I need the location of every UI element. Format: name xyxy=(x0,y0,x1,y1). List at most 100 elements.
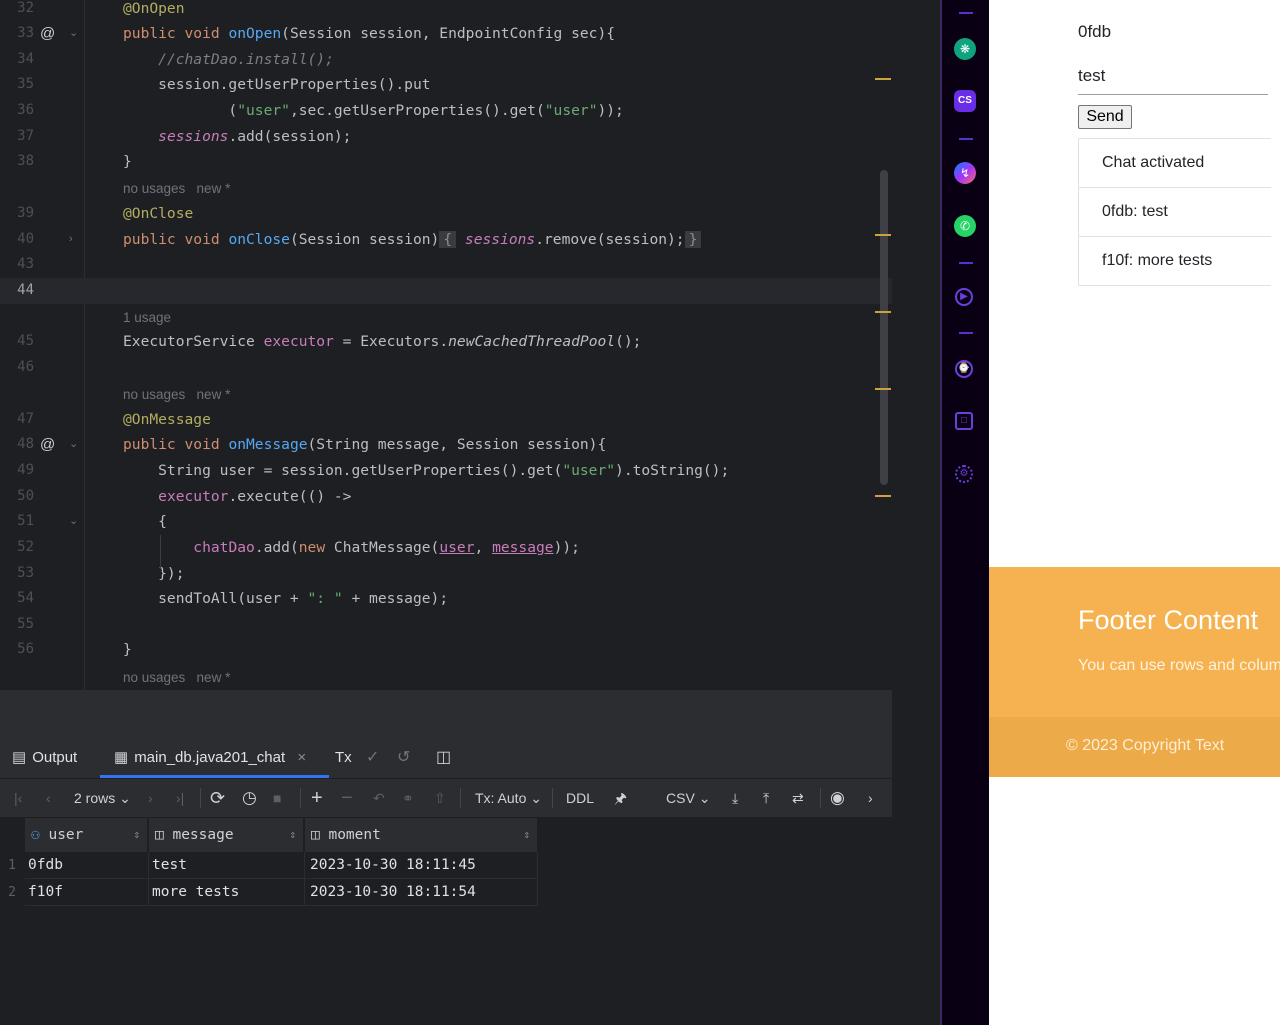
table-cell[interactable]: more tests xyxy=(149,879,305,906)
more-icon[interactable]: › xyxy=(868,779,873,817)
code-line[interactable]: 44 xyxy=(0,278,892,304)
code-text[interactable]: public void onClose(Session session){ se… xyxy=(123,227,702,253)
row-number[interactable]: 2 xyxy=(0,879,24,906)
code-text[interactable]: @OnMessage xyxy=(123,407,211,433)
code-line[interactable]: 54 sendToAll(user + ": " + message); xyxy=(0,586,892,612)
code-line[interactable]: 32 @OnOpen xyxy=(0,0,892,22)
line-number[interactable]: 46 xyxy=(0,355,34,381)
code-line[interactable]: 33 @ ⌄ public void onOpen(Session session, … xyxy=(0,21,892,47)
close-icon[interactable]: × xyxy=(297,749,306,766)
send-button[interactable]: Send xyxy=(1078,105,1132,129)
line-number[interactable]: 33 xyxy=(0,21,34,47)
code-line[interactable]: 51 ⌄ { xyxy=(0,509,892,535)
message-input[interactable] xyxy=(1078,58,1268,95)
code-text[interactable]: @OnClose xyxy=(123,201,193,227)
rollback-icon[interactable]: ↺ xyxy=(397,738,410,778)
fold-toggle-icon[interactable]: ⌄ xyxy=(69,509,78,535)
pin-icon[interactable]: 🖈 xyxy=(614,779,627,817)
code-line[interactable]: 40 › public void onClose(Session session){… xyxy=(0,227,892,253)
tx-mode-dropdown[interactable]: Tx: Auto ⌄ xyxy=(475,779,542,817)
line-number[interactable]: 39 xyxy=(0,201,34,227)
code-line[interactable]: 47 @OnMessage xyxy=(0,407,892,433)
line-number[interactable]: 35 xyxy=(0,72,34,98)
editor-scrollbar-thumb[interactable] xyxy=(880,170,888,485)
clock-icon[interactable]: ⌚ xyxy=(955,360,973,378)
line-number[interactable]: 55 xyxy=(0,612,34,638)
warning-marker[interactable] xyxy=(875,311,891,313)
code-text[interactable]: chatDao.add(new ChatMessage(user, messag… xyxy=(123,535,580,561)
fold-toggle-icon[interactable]: › xyxy=(69,227,73,253)
line-number[interactable]: 34 xyxy=(0,47,34,73)
code-text[interactable]: public void onMessage(String message, Se… xyxy=(123,432,606,458)
code-line[interactable]: 45 ExecutorService executor = Executors.n… xyxy=(0,329,892,355)
delete-row-icon[interactable]: − xyxy=(341,779,353,817)
code-text[interactable]: @OnOpen xyxy=(123,0,185,22)
code-text[interactable]: } xyxy=(123,637,132,663)
gear-icon[interactable]: ⚙ xyxy=(955,465,973,483)
implementation-marker-icon[interactable]: @ xyxy=(40,432,55,458)
export-format-dropdown[interactable]: CSV ⌄ xyxy=(666,779,710,817)
next-page-icon[interactable]: › xyxy=(148,779,153,817)
refresh-icon[interactable]: ⟳ xyxy=(210,779,225,817)
line-number[interactable]: 56 xyxy=(0,637,34,663)
code-line[interactable]: 39 @OnClose xyxy=(0,201,892,227)
commit-icon[interactable]: ✓ xyxy=(366,738,379,778)
code-line[interactable]: 48 @ ⌄ public void onMessage(String message… xyxy=(0,432,892,458)
line-number[interactable]: 43 xyxy=(0,252,34,278)
last-page-icon[interactable]: ›| xyxy=(176,779,184,817)
code-text[interactable]: sessions.add(session); xyxy=(123,124,351,150)
fold-toggle-icon[interactable]: ⌄ xyxy=(69,432,78,458)
cs-icon[interactable]: CS xyxy=(954,90,976,112)
box-icon[interactable]: □ xyxy=(955,412,973,430)
warning-marker[interactable] xyxy=(875,495,891,497)
code-line[interactable]: 52 chatDao.add(new ChatMessage(user, mes… xyxy=(0,535,892,561)
code-line[interactable]: 35 session.getUserProperties().put xyxy=(0,72,892,98)
code-line[interactable]: 43 xyxy=(0,252,892,278)
compare-icon[interactable]: ⇄ xyxy=(792,779,804,817)
code-text[interactable]: session.getUserProperties().put xyxy=(123,72,430,98)
code-line[interactable]: 55 xyxy=(0,612,892,638)
chatgpt-icon[interactable]: ❋ xyxy=(954,38,976,60)
table-cell[interactable]: 2023-10-30 18:11:54 xyxy=(305,879,538,906)
code-text[interactable]: } xyxy=(123,149,132,175)
layout-icon[interactable]: ◫ xyxy=(436,738,451,778)
first-page-icon[interactable]: |‹ xyxy=(14,779,22,817)
line-number[interactable]: 38 xyxy=(0,149,34,175)
code-text[interactable]: executor.execute(() -> xyxy=(123,484,351,510)
sort-icon[interactable]: ⇕ xyxy=(523,818,530,852)
eye-icon[interactable]: ◉ xyxy=(830,779,845,817)
line-number[interactable]: 53 xyxy=(0,561,34,587)
code-text[interactable]: }); xyxy=(123,561,184,587)
code-line[interactable]: 36 ("user",sec.getUserProperties().get("… xyxy=(0,98,892,124)
column-header-message[interactable]: ◫ message ⇕ xyxy=(149,818,304,852)
code-line[interactable]: 46 xyxy=(0,355,892,381)
play-icon[interactable]: ▶ xyxy=(955,288,973,306)
submit-icon[interactable]: ⇧ xyxy=(434,779,446,817)
code-editor[interactable]: 32 @OnOpen 33 @ ⌄ public void onOpen(Session … xyxy=(0,0,892,690)
column-header-user[interactable]: ⚇ user ⇕ xyxy=(25,818,148,852)
preview-changes-icon[interactable]: ⚭ xyxy=(402,779,414,817)
line-number[interactable]: 36 xyxy=(0,98,34,124)
tab-tx[interactable]: Tx xyxy=(335,738,352,778)
line-number[interactable]: 37 xyxy=(0,124,34,150)
code-line[interactable]: 53 }); xyxy=(0,561,892,587)
line-number[interactable]: 54 xyxy=(0,586,34,612)
table-cell[interactable]: 2023-10-30 18:11:45 xyxy=(305,852,538,879)
table-cell[interactable]: test xyxy=(149,852,305,879)
line-number[interactable]: 52 xyxy=(0,535,34,561)
messenger-icon[interactable]: ↯ xyxy=(954,162,976,184)
whatsapp-icon[interactable]: ✆ xyxy=(954,215,976,237)
line-number[interactable]: 44 xyxy=(0,278,34,304)
implementation-marker-icon[interactable]: @ xyxy=(40,21,55,47)
revert-icon[interactable]: ↶ xyxy=(373,779,385,817)
code-text[interactable]: String user = session.getUserProperties(… xyxy=(123,458,729,484)
column-header-moment[interactable]: ◫ moment ⇕ xyxy=(305,818,538,852)
code-line[interactable]: 56} xyxy=(0,637,892,663)
usage-hint[interactable]: 1 usage xyxy=(123,305,171,331)
code-text[interactable]: //chatDao.install(); xyxy=(123,47,334,73)
code-line[interactable]: 49 String user = session.getUserProperti… xyxy=(0,458,892,484)
prev-page-icon[interactable]: ‹ xyxy=(46,779,51,817)
code-text[interactable]: { xyxy=(123,509,167,535)
code-text[interactable]: sendToAll(user + ": " + message); xyxy=(123,586,448,612)
panel-splitter[interactable] xyxy=(0,690,892,738)
